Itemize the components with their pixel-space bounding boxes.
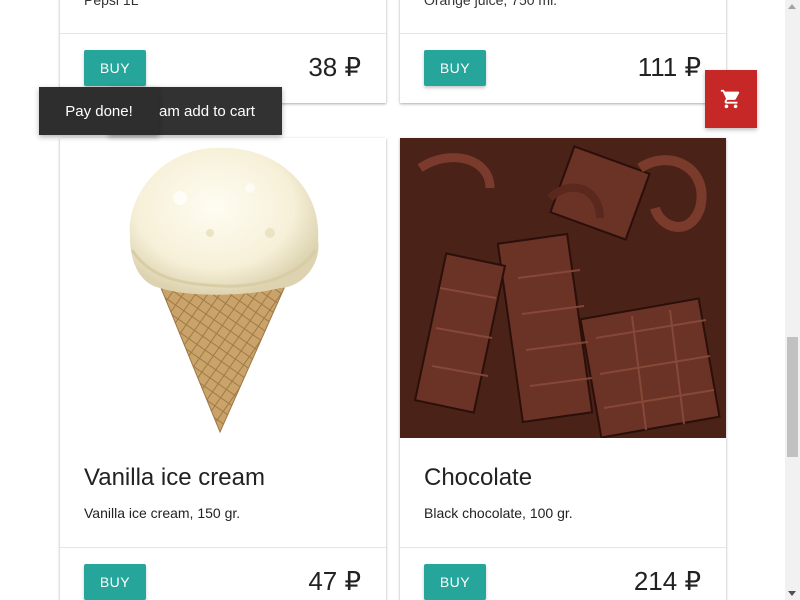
product-description: Black chocolate, 100 gr. [424, 505, 573, 521]
store-viewport: Pepsi 1L BUY 38 ₽ Orange juice, 750 ml. … [0, 0, 800, 600]
product-description: Pepsi 1L [84, 0, 139, 8]
buy-button[interactable]: BUY [424, 564, 486, 600]
product-description: Orange juice, 750 ml. [424, 0, 558, 8]
scroll-up-arrow-icon[interactable] [788, 4, 796, 9]
card-divider [60, 33, 386, 34]
chocolate-pieces-icon [400, 138, 726, 438]
buy-button[interactable]: BUY [84, 50, 146, 86]
product-price: 47 ₽ [308, 566, 361, 596]
product-title: Vanilla ice cream [84, 464, 265, 491]
product-card-vanilla-ice-cream: Vanilla ice cream Vanilla ice cream, 150… [60, 138, 386, 600]
scroll-thumb[interactable] [787, 337, 798, 457]
ice-cream-cone-icon [129, 147, 319, 434]
vertical-scrollbar[interactable] [785, 0, 800, 600]
ice-cream-image [60, 138, 386, 438]
card-divider [60, 547, 386, 548]
card-divider [400, 547, 726, 548]
product-price: 111 ₽ [637, 52, 701, 82]
chocolate-image [400, 138, 726, 438]
product-title: Chocolate [424, 464, 533, 491]
buy-button[interactable]: BUY [424, 50, 486, 86]
scroll-down-arrow-icon[interactable] [788, 591, 796, 596]
product-price: 214 ₽ [633, 566, 701, 596]
toast-pay-done: Pay done! [39, 87, 159, 135]
toast-text: am add to cart [159, 102, 255, 120]
product-price: 38 ₽ [308, 52, 361, 82]
product-card-orange-juice: Orange juice, 750 ml. BUY 111 ₽ [400, 0, 726, 103]
product-description: Vanilla ice cream, 150 gr. [84, 505, 241, 521]
card-divider [400, 33, 726, 34]
buy-button[interactable]: BUY [84, 564, 146, 600]
product-card-chocolate: Chocolate Black chocolate, 100 gr. BUY 2… [400, 138, 726, 600]
cart-button[interactable] [705, 70, 757, 128]
shopping-cart-icon [720, 89, 740, 109]
toast-text: Pay done! [65, 102, 133, 120]
